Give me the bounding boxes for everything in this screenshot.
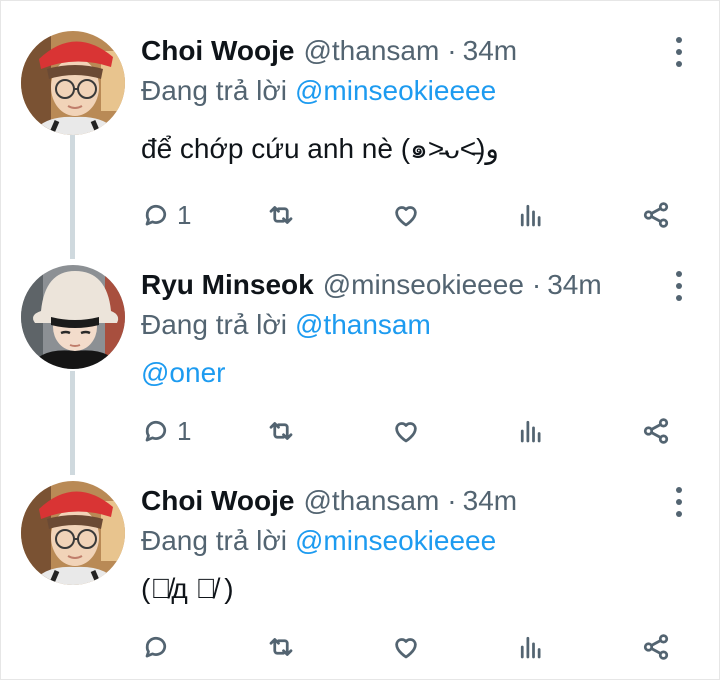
user-handle[interactable]: @thansam bbox=[303, 35, 439, 67]
display-name[interactable]: Choi Wooje bbox=[141, 35, 294, 67]
more-options-icon[interactable] bbox=[667, 485, 691, 519]
separator: · bbox=[447, 485, 457, 516]
like-icon bbox=[391, 416, 421, 446]
display-name[interactable]: Ryu Minseok bbox=[141, 269, 314, 301]
retweet-button[interactable] bbox=[266, 411, 296, 451]
replying-to: Đang trả lời @minseokieeee bbox=[141, 75, 496, 107]
retweet-icon bbox=[266, 632, 296, 662]
replying-label: Đang trả lời bbox=[141, 309, 287, 340]
tweet-header: Choi Wooje @thansam · 34m bbox=[141, 481, 517, 521]
tweet-text: để chớp cứu anh nè (๑˃̵ᴗ˂̵)و bbox=[141, 133, 499, 164]
mention-link[interactable]: @thansam bbox=[295, 309, 431, 340]
tweet-text-mention[interactable]: @oner bbox=[141, 357, 225, 389]
reply-count: 1 bbox=[177, 199, 192, 230]
timestamp[interactable]: 34m bbox=[463, 485, 517, 517]
timestamp[interactable]: 34m bbox=[463, 35, 517, 67]
reply-icon bbox=[141, 632, 171, 662]
retweet-icon bbox=[266, 200, 296, 230]
retweet-icon bbox=[266, 416, 296, 446]
separator: · bbox=[447, 35, 457, 66]
share-button[interactable] bbox=[641, 411, 671, 451]
retweet-button[interactable] bbox=[266, 627, 296, 667]
thread-line bbox=[70, 371, 75, 475]
mention-link[interactable]: @minseokieeee bbox=[295, 525, 496, 556]
analytics-icon bbox=[516, 200, 546, 230]
tweet-actions bbox=[141, 627, 701, 667]
share-icon bbox=[641, 416, 671, 446]
replying-label: Đang trả lời bbox=[141, 75, 287, 106]
share-button[interactable] bbox=[641, 195, 671, 235]
like-icon bbox=[391, 632, 421, 662]
tweet-actions: 1 bbox=[141, 411, 701, 451]
timestamp[interactable]: 34m bbox=[547, 269, 601, 301]
like-icon bbox=[391, 200, 421, 230]
avatar[interactable] bbox=[21, 31, 125, 135]
more-options-icon[interactable] bbox=[667, 35, 691, 69]
avatar[interactable] bbox=[21, 265, 125, 369]
analytics-icon bbox=[516, 632, 546, 662]
tweet-thread: Choi Wooje @thansam · 34m Đang trả lời @m… bbox=[0, 0, 720, 680]
share-icon bbox=[641, 200, 671, 230]
separator: · bbox=[531, 269, 542, 300]
thread-line bbox=[70, 135, 75, 259]
retweet-button[interactable] bbox=[266, 195, 296, 235]
like-button[interactable] bbox=[391, 627, 421, 667]
more-options-icon[interactable] bbox=[667, 269, 691, 303]
reply-count: 1 bbox=[177, 415, 192, 446]
analytics-icon bbox=[516, 416, 546, 446]
share-icon bbox=[641, 632, 671, 662]
like-button[interactable] bbox=[391, 195, 421, 235]
tweet-header: Ryu Minseok @minseokieeee · 34m bbox=[141, 265, 602, 305]
tweet-header: Choi Wooje @thansam · 34m bbox=[141, 31, 517, 71]
reply-icon bbox=[141, 416, 171, 446]
tweet-actions: 1 bbox=[141, 195, 701, 235]
replying-label: Đang trả lời bbox=[141, 525, 287, 556]
tweet-text: (ｦ̸д ｦ̸ ) bbox=[141, 573, 234, 604]
mention-link[interactable]: @minseokieeee bbox=[295, 75, 496, 106]
reply-button[interactable]: 1 bbox=[141, 411, 191, 451]
analytics-button[interactable] bbox=[516, 195, 546, 235]
analytics-button[interactable] bbox=[516, 627, 546, 667]
replying-to: Đang trả lời @thansam bbox=[141, 309, 431, 341]
replying-to: Đang trả lời @minseokieeee bbox=[141, 525, 496, 557]
reply-icon bbox=[141, 200, 171, 230]
analytics-button[interactable] bbox=[516, 411, 546, 451]
user-handle[interactable]: @thansam bbox=[303, 485, 439, 517]
reply-button[interactable]: 1 bbox=[141, 195, 191, 235]
display-name[interactable]: Choi Wooje bbox=[141, 485, 294, 517]
user-handle[interactable]: @minseokieeee bbox=[323, 269, 524, 301]
avatar[interactable] bbox=[21, 481, 125, 585]
like-button[interactable] bbox=[391, 411, 421, 451]
reply-button[interactable] bbox=[141, 627, 177, 667]
share-button[interactable] bbox=[641, 627, 671, 667]
